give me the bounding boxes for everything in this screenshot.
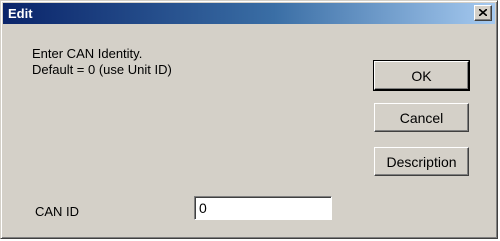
edit-dialog: Edit Enter CAN Identity. Default = 0 (us… <box>0 0 498 239</box>
prompt-text: Enter CAN Identity. Default = 0 (use Uni… <box>32 46 172 78</box>
can-id-input[interactable] <box>194 196 332 220</box>
cancel-button[interactable]: Cancel <box>374 103 469 132</box>
close-icon <box>479 9 487 16</box>
can-id-label: CAN ID <box>35 204 80 219</box>
description-button[interactable]: Description <box>374 147 469 176</box>
title-bar[interactable]: Edit <box>3 3 495 24</box>
close-button[interactable] <box>474 5 492 21</box>
ok-button[interactable]: OK <box>373 60 470 91</box>
prompt-line-2: Default = 0 (use Unit ID) <box>32 62 172 77</box>
prompt-line-1: Enter CAN Identity. <box>32 46 143 61</box>
window-title: Edit <box>8 6 33 21</box>
